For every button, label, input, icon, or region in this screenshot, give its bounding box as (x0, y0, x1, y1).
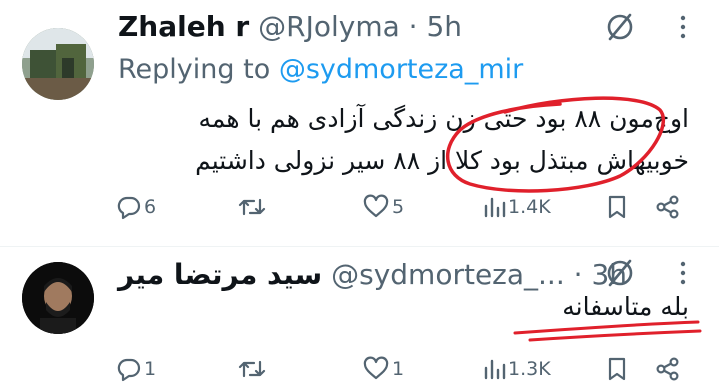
avatar-photo (22, 262, 94, 334)
repost-button[interactable] (238, 190, 268, 224)
tweet-text: بله متاسفانه (562, 290, 689, 324)
reply-count: 1 (144, 358, 157, 380)
repost-button[interactable] (238, 352, 268, 386)
tweet-reply-2[interactable]: سید مرتضا میر @sydmorteza_... · 3h بله م… (0, 246, 719, 390)
replying-prefix: Replying to (118, 54, 271, 85)
bookmark-icon (608, 195, 626, 219)
handle[interactable]: @sydmorteza_... (331, 258, 565, 291)
tweet-text-line: بله متاسفانه (562, 292, 689, 321)
view-count: 1.3K (508, 358, 551, 380)
tweet-header: Zhaleh r @RJolyma · 5h (118, 10, 462, 44)
views-bar-icon (484, 359, 506, 380)
tweet-text-line: اوج‌مون ۸۸ بود حتی زن زندگی آزادی هم با … (198, 104, 689, 133)
bookmark-button[interactable] (606, 352, 628, 386)
display-name[interactable]: سید مرتضا میر (118, 258, 322, 291)
bookmark-icon (608, 357, 626, 381)
more-vertical-icon[interactable] (677, 256, 689, 290)
avatar-photo (22, 28, 94, 100)
heart-icon (363, 194, 389, 218)
tweet-text-line: خوبیهاش مبتذل بود کلا از ۸۸ سیر نزولی دا… (195, 146, 689, 175)
views-button[interactable]: 1.4K (482, 190, 551, 224)
separator: · (408, 10, 418, 43)
tweet-reply-1[interactable]: Zhaleh r @RJolyma · 5h Replying to @sydm… (0, 0, 719, 246)
replying-handle-link[interactable]: @sydmorteza_mir (279, 54, 523, 85)
reply-bubble-icon (117, 358, 141, 382)
like-count: 1 (392, 358, 405, 380)
repost-icon (238, 198, 266, 216)
handle[interactable]: @RJolyma (258, 10, 400, 43)
like-button[interactable]: 5 (362, 190, 404, 224)
tweet-header: سید مرتضا میر @sydmorteza_... · 3h (118, 258, 627, 292)
grok-slash-icon[interactable] (603, 10, 637, 44)
more-vertical-icon[interactable] (677, 10, 689, 44)
avatar[interactable] (22, 262, 94, 334)
action-bar: 1 1 1.3K (112, 352, 702, 386)
repost-icon (238, 360, 266, 378)
reply-bubble-icon (117, 196, 141, 220)
like-count: 5 (392, 196, 405, 218)
tweet-text: اوج‌مون ۸۸ بود حتی زن زندگی آزادی هم با … (195, 98, 689, 182)
reply-count: 6 (144, 196, 157, 218)
like-button[interactable]: 1 (362, 352, 404, 386)
reply-button[interactable]: 1 (116, 352, 156, 386)
view-count: 1.4K (508, 196, 551, 218)
share-button[interactable] (654, 190, 682, 224)
heart-icon (363, 356, 389, 380)
views-bar-icon (484, 197, 506, 218)
timestamp[interactable]: 5h (426, 10, 462, 43)
display-name[interactable]: Zhaleh r (118, 10, 249, 43)
replying-to: Replying to @sydmorteza_mir (118, 54, 523, 86)
bookmark-button[interactable] (606, 190, 628, 224)
share-button[interactable] (654, 352, 682, 386)
separator: · (573, 258, 583, 291)
avatar[interactable] (22, 28, 94, 100)
grok-slash-icon[interactable] (603, 256, 637, 290)
action-bar: 6 5 1.4K (112, 190, 702, 224)
views-button[interactable]: 1.3K (482, 352, 551, 386)
share-icon (656, 357, 679, 381)
share-icon (656, 195, 679, 219)
reply-button[interactable]: 6 (116, 190, 156, 224)
